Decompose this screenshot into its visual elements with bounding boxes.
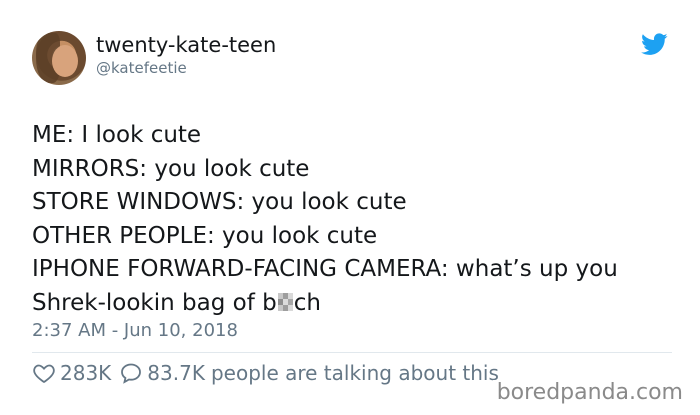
heart-icon [33, 364, 55, 384]
watermark: boredpanda.com [492, 380, 683, 406]
avatar-face [52, 45, 78, 77]
censor-pixelation [277, 292, 293, 311]
divider [32, 352, 672, 353]
speech-bubble-icon [121, 363, 142, 384]
tweet-line: ME: I look cute [32, 122, 202, 148]
avatar[interactable] [32, 31, 86, 85]
display-name[interactable]: twenty-kate-teen [96, 33, 276, 57]
tweet-line-last: Shrek-lookin bag of b ch [32, 287, 682, 321]
tweet-text: ME: I look cute MIRRORS: you look cute S… [32, 119, 682, 320]
tweet-card: twenty-kate-teen @katefeetie ME: I look … [0, 0, 700, 415]
tweet-line-last-suffix: ch [293, 289, 321, 316]
action-bar: 283K 83.7K people are talking about this [32, 360, 499, 386]
reply-count: 83.7K [147, 361, 205, 385]
tweet-line: MIRRORS: you look cute [32, 155, 310, 182]
user-handle[interactable]: @katefeetie [96, 59, 187, 77]
tweet-line-last-prefix: Shrek-lookin bag of b [32, 289, 277, 316]
tweet-line: IPHONE FORWARD-FACING CAMERA: what’s up … [32, 256, 618, 282]
like-count: 283K [60, 361, 112, 385]
reply-button[interactable]: 83.7K [119, 361, 205, 385]
like-button[interactable]: 283K [32, 361, 111, 385]
talking-about-label[interactable]: people are talking about this [211, 361, 499, 385]
twitter-bird-icon[interactable] [641, 33, 668, 56]
tweet-line: STORE WINDOWS: you look cute [32, 189, 407, 215]
tweet-line: OTHER PEOPLE: you look cute [32, 222, 378, 249]
tweet-timestamp[interactable]: 2:37 AM - Jun 10, 2018 [32, 320, 238, 342]
